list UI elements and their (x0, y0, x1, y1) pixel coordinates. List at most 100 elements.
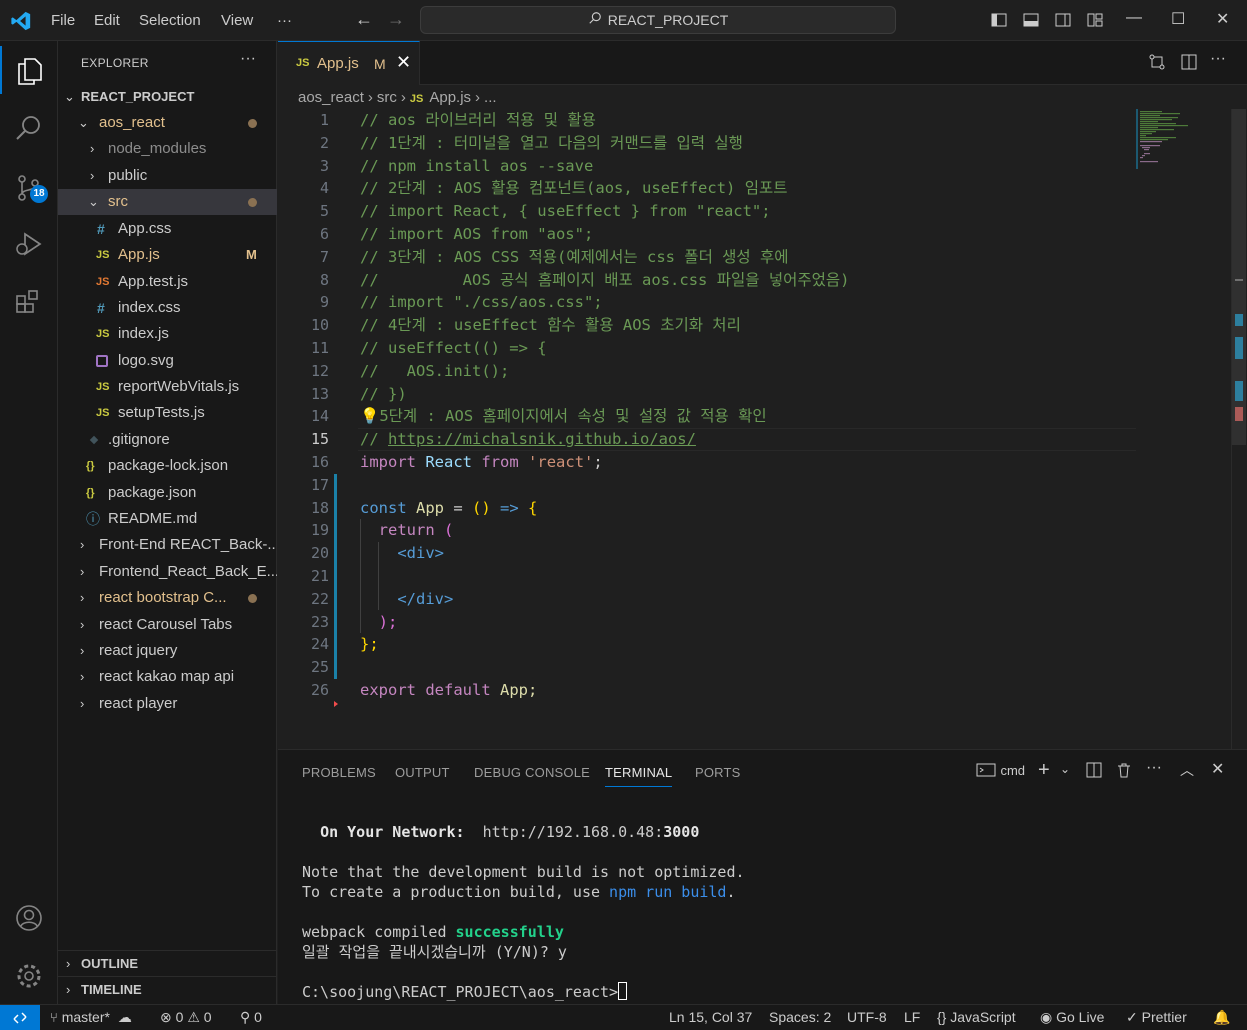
tree-folder-react-jquery[interactable]: › react jquery (58, 638, 277, 664)
close-panel-icon[interactable]: ✕ (1211, 759, 1224, 779)
chevron-down-icon[interactable]: ⌄ (1060, 762, 1070, 776)
tree-file-index-css[interactable]: # index.css (58, 295, 277, 321)
tab-debug-console[interactable]: DEBUG CONSOLE (474, 765, 590, 780)
tree-file-readme[interactable]: ⓘ README.md (58, 506, 277, 532)
tree-folder-node-modules[interactable]: › node_modules (58, 136, 277, 162)
tree-folder-react-player[interactable]: › react player (58, 691, 277, 717)
menu-view[interactable]: View (221, 12, 253, 29)
toggle-panel-icon[interactable] (1023, 12, 1039, 28)
tree-folder-src[interactable]: ⌄ src (58, 189, 277, 215)
indentation[interactable]: Spaces: 2 (769, 1005, 831, 1030)
tree-folder-react-bootstrap[interactable]: › react bootstrap C... (58, 585, 277, 611)
panel-more-icon[interactable]: ··· (1146, 759, 1162, 777)
sync-icon[interactable]: ☁ (118, 1009, 132, 1025)
tab-problems[interactable]: PROBLEMS (302, 765, 376, 780)
menu-file[interactable]: File (51, 12, 75, 29)
tree-file-report-web-vitals[interactable]: JS reportWebVitals.js (58, 374, 277, 400)
tree-file-setup-tests[interactable]: JS setupTests.js (58, 400, 277, 426)
breadcrumb-symbol[interactable]: ... (484, 89, 497, 106)
editor-scrollbar[interactable] (1231, 109, 1246, 749)
tab-ports[interactable]: PORTS (695, 765, 741, 780)
split-editor-icon[interactable] (1180, 53, 1198, 71)
explorer-more-icon[interactable]: ··· (240, 50, 256, 68)
remote-indicator[interactable] (0, 1005, 40, 1030)
lightbulb-icon[interactable]: 💡 (360, 407, 379, 425)
breadcrumb-folder[interactable]: aos_react (298, 89, 364, 106)
tab-output[interactable]: OUTPUT (395, 765, 450, 780)
problems-indicator[interactable]: ⊗ 0 ⚠ 0 (160, 1005, 212, 1030)
toggle-secondary-sidebar-icon[interactable] (1055, 12, 1071, 28)
command-center-search[interactable]: REACT_PROJECT (420, 6, 896, 34)
trash-icon[interactable] (1116, 762, 1132, 778)
line-number: 12 (310, 361, 329, 380)
notifications-bell-icon[interactable]: 🔔 (1213, 1005, 1230, 1030)
editor-more-icon[interactable]: ··· (1210, 50, 1226, 68)
tree-file-app-css[interactable]: # App.css (58, 216, 277, 242)
open-changes-icon[interactable] (1148, 53, 1166, 71)
language-mode[interactable]: {} JavaScript (937, 1005, 1016, 1030)
breadcrumb-folder[interactable]: src (377, 89, 397, 106)
menu-selection[interactable]: Selection (139, 12, 201, 29)
new-terminal-icon[interactable]: + (1038, 759, 1050, 782)
manage-gear-icon[interactable] (0, 951, 58, 999)
tree-folder-react-kakao-map[interactable]: › react kakao map api (58, 664, 277, 690)
tree-file-app-js[interactable]: JS App.js M (58, 242, 277, 268)
prettier-button[interactable]: ✓ Prettier (1126, 1005, 1187, 1030)
code-editor[interactable]: 1 2 3 4 5 6 7 8 9 10 11 12 13 14 15 16 1… (278, 109, 1247, 749)
close-window-icon[interactable]: ✕ (1216, 9, 1229, 29)
tree-file-app-test-js[interactable]: JS App.test.js (58, 269, 277, 295)
split-terminal-icon[interactable] (1086, 762, 1102, 778)
accounts-icon[interactable] (0, 893, 58, 941)
tree-file-logo-svg[interactable]: logo.svg (58, 348, 277, 374)
close-tab-icon[interactable]: ✕ (396, 52, 411, 73)
search-view-icon[interactable] (0, 103, 58, 151)
encoding[interactable]: UTF-8 (847, 1005, 887, 1030)
maximize-icon[interactable]: ☐ (1171, 9, 1185, 29)
prettier-label: Prettier (1141, 1009, 1187, 1025)
chevron-right-icon: › (80, 617, 85, 632)
tree-root[interactable]: ⌄ REACT_PROJECT (58, 84, 277, 110)
tab-terminal[interactable]: TERMINAL (605, 765, 673, 787)
source-control-icon[interactable] (0, 163, 58, 211)
go-live-button[interactable]: ◉ Go Live (1040, 1005, 1104, 1030)
ports-count: 0 (254, 1009, 262, 1025)
forward-arrow-icon[interactable]: → (387, 9, 405, 30)
modified-status: M (374, 56, 386, 72)
tree-folder-public[interactable]: › public (58, 163, 277, 189)
menu-edit[interactable]: Edit (94, 12, 120, 29)
end-of-line[interactable]: LF (904, 1005, 920, 1030)
code-link[interactable]: https://michalsnik.github.io/aos/ (388, 430, 696, 448)
outline-section[interactable]: › OUTLINE (58, 950, 277, 976)
tree-file-package-json[interactable]: {} package.json (58, 480, 277, 506)
branch-indicator[interactable]: ⑂ master* ☁ (50, 1005, 132, 1030)
tree-folder-aos-react[interactable]: ⌄ aos_react (58, 110, 277, 136)
timeline-section[interactable]: › TIMELINE (58, 976, 277, 1002)
terminal-line[interactable]: C:\soojung\REACT_PROJECT\aos_react> (302, 982, 628, 1002)
toggle-primary-sidebar-icon[interactable] (991, 12, 1007, 28)
line-number: 3 (319, 156, 329, 175)
breadcrumb-file[interactable]: App.js (429, 89, 471, 106)
extensions-icon[interactable] (0, 277, 58, 325)
tree-file-package-lock[interactable]: {} package-lock.json (58, 453, 277, 479)
menu-more[interactable]: ··· (277, 12, 292, 29)
minimize-icon[interactable]: — (1126, 9, 1142, 27)
tree-file-index-js[interactable]: JS index.js (58, 321, 277, 347)
run-debug-icon[interactable] (0, 219, 58, 267)
tree-folder-frontend-react-back[interactable]: › Front-End REACT_Back-... (58, 532, 277, 558)
tree-folder-frontend-react-back-e[interactable]: › Frontend_React_Back_E... (58, 559, 277, 585)
code-line: return ( (360, 519, 454, 542)
maximize-panel-icon[interactable]: ︿ (1180, 760, 1194, 780)
tree-file-gitignore[interactable]: .gitignore (58, 427, 277, 453)
cursor-position[interactable]: Ln 15, Col 37 (669, 1005, 752, 1030)
terminal-shell-selector[interactable]: cmd (976, 762, 1025, 783)
code-line: }; (360, 633, 379, 656)
tab-app-js[interactable]: JS App.js M ✕ (278, 41, 420, 85)
back-arrow-icon[interactable]: ← (355, 9, 373, 30)
ports-indicator[interactable]: ⚲ 0 (240, 1005, 262, 1030)
line-number: 13 (310, 384, 329, 403)
minimap[interactable] (1136, 109, 1231, 749)
customize-layout-icon[interactable] (1087, 12, 1103, 28)
scrollbar-thumb[interactable] (1232, 109, 1246, 445)
tree-folder-react-carousel-tabs[interactable]: › react Carousel Tabs (58, 612, 277, 638)
explorer-icon[interactable] (0, 46, 58, 94)
